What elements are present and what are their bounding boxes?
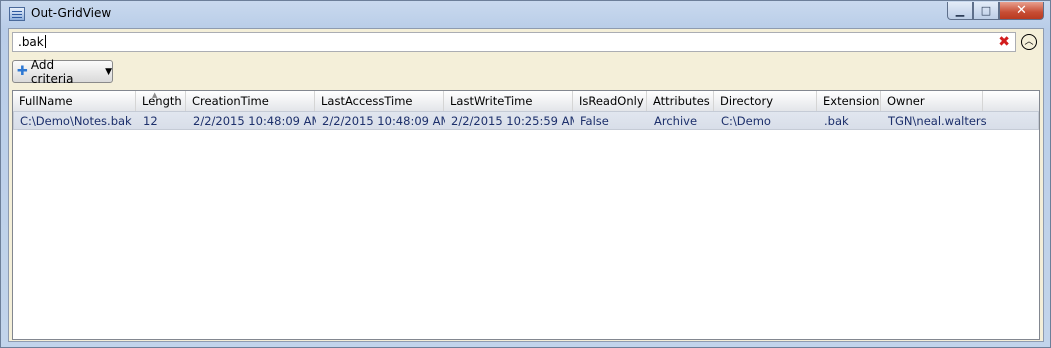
out-gridview-window: Out-GridView ▁ □ ✕ .bak ✖ ︿ ✚ Add criter… xyxy=(0,0,1051,348)
column-header-isreadonly[interactable]: IsReadOnly xyxy=(573,91,647,111)
results-grid[interactable]: FullName ▲ Length CreationTime LastAccess… xyxy=(12,90,1040,340)
close-icon: ✕ xyxy=(1016,3,1027,18)
grid-view-icon xyxy=(9,7,25,21)
cell-fullname: C:\Demo\Notes.bak xyxy=(20,114,132,128)
filter-value: .bak xyxy=(18,35,46,49)
close-button[interactable]: ✕ xyxy=(999,2,1044,20)
text-caret xyxy=(44,35,46,48)
column-header-length[interactable]: ▲ Length xyxy=(136,91,186,111)
cell-creationtime: 2/2/2015 10:48:09 AM xyxy=(193,114,316,128)
column-header-extension[interactable]: Extension xyxy=(817,91,881,111)
clear-filter-icon[interactable]: ✖ xyxy=(998,34,1010,50)
cell-extension: .bak xyxy=(824,114,849,128)
maximize-icon: □ xyxy=(980,4,992,17)
grid-header-row: FullName ▲ Length CreationTime LastAccess… xyxy=(13,91,1039,112)
add-criteria-button[interactable]: ✚ Add criteria ▼ xyxy=(12,57,113,86)
cell-length: 12 xyxy=(143,114,158,128)
table-row[interactable]: C:\Demo\Notes.bak 12 2/2/2015 10:48:09 A… xyxy=(13,111,1039,130)
cell-directory: C:\Demo xyxy=(721,114,771,128)
column-header-attributes[interactable]: Attributes xyxy=(647,91,714,111)
cell-owner: TGN\neal.walters xyxy=(888,114,987,128)
maximize-button[interactable]: □ xyxy=(973,2,999,20)
column-header-directory[interactable]: Directory xyxy=(714,91,817,111)
collapse-icon[interactable]: ︿ xyxy=(1021,34,1037,50)
caption-buttons: ▁ □ ✕ xyxy=(947,2,1044,20)
minimize-button[interactable]: ▁ xyxy=(947,2,973,20)
cell-lastwritetime: 2/2/2015 10:25:59 AM xyxy=(451,114,574,128)
add-criteria-label: Add criteria xyxy=(30,57,74,86)
minimize-icon: ▁ xyxy=(955,4,965,17)
filter-input[interactable]: .bak ✖ xyxy=(12,32,1016,52)
client-area: .bak ✖ ︿ ✚ Add criteria ▼ FullName ▲ Leng… xyxy=(8,28,1044,342)
cell-lastaccesstime: 2/2/2015 10:48:09 AM xyxy=(322,114,445,128)
chevron-down-icon: ▼ xyxy=(105,66,112,77)
column-header-creationtime[interactable]: CreationTime xyxy=(186,91,315,111)
cell-isreadonly: False xyxy=(580,114,609,128)
column-header-lastaccesstime[interactable]: LastAccessTime xyxy=(315,91,444,111)
title-bar[interactable]: Out-GridView ▁ □ ✕ xyxy=(1,1,1050,27)
sort-ascending-icon: ▲ xyxy=(152,91,158,99)
window-title: Out-GridView xyxy=(31,6,112,20)
column-header-length-label: Length xyxy=(142,94,182,108)
column-header-lastwritetime[interactable]: LastWriteTime xyxy=(444,91,573,111)
cell-attributes: Archive xyxy=(654,114,698,128)
column-header-fullname[interactable]: FullName xyxy=(13,91,136,111)
column-header-owner[interactable]: Owner xyxy=(881,91,983,111)
plus-icon: ✚ xyxy=(17,64,28,79)
